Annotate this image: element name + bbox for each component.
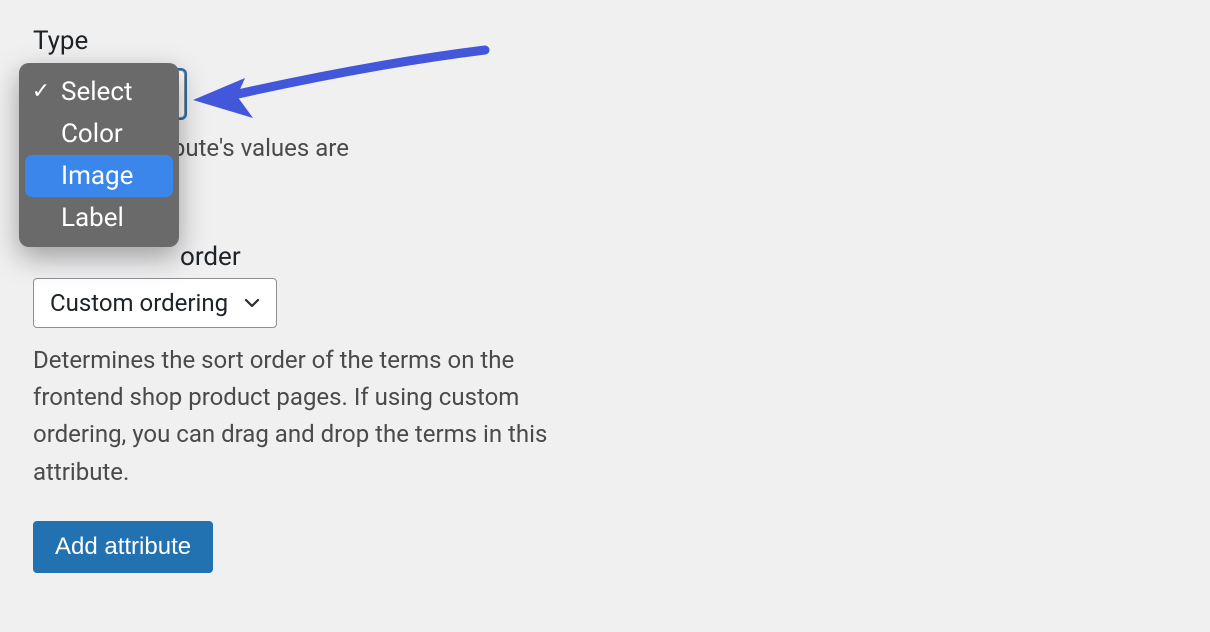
option-label: Select [61,77,132,107]
option-label: Image [61,161,133,191]
chevron-down-icon [242,293,262,313]
type-option-image[interactable]: Image [25,155,173,197]
type-option-color[interactable]: Color [25,113,173,155]
type-option-label[interactable]: Label [25,197,173,239]
checkmark-icon: ✓ [31,81,51,103]
sort-order-help-text: Determines the sort order of the terms o… [33,342,585,491]
sort-order-select[interactable]: Custom ordering [33,278,277,328]
option-label: Label [61,203,124,233]
type-option-select[interactable]: ✓ Select [25,71,173,113]
sort-order-value: Custom ordering [50,289,228,317]
add-attribute-button[interactable]: Add attribute [33,521,213,573]
type-label: Type [33,26,593,56]
option-label: Color [61,119,123,149]
type-dropdown-menu[interactable]: ✓ Select Color Image Label [19,63,179,247]
